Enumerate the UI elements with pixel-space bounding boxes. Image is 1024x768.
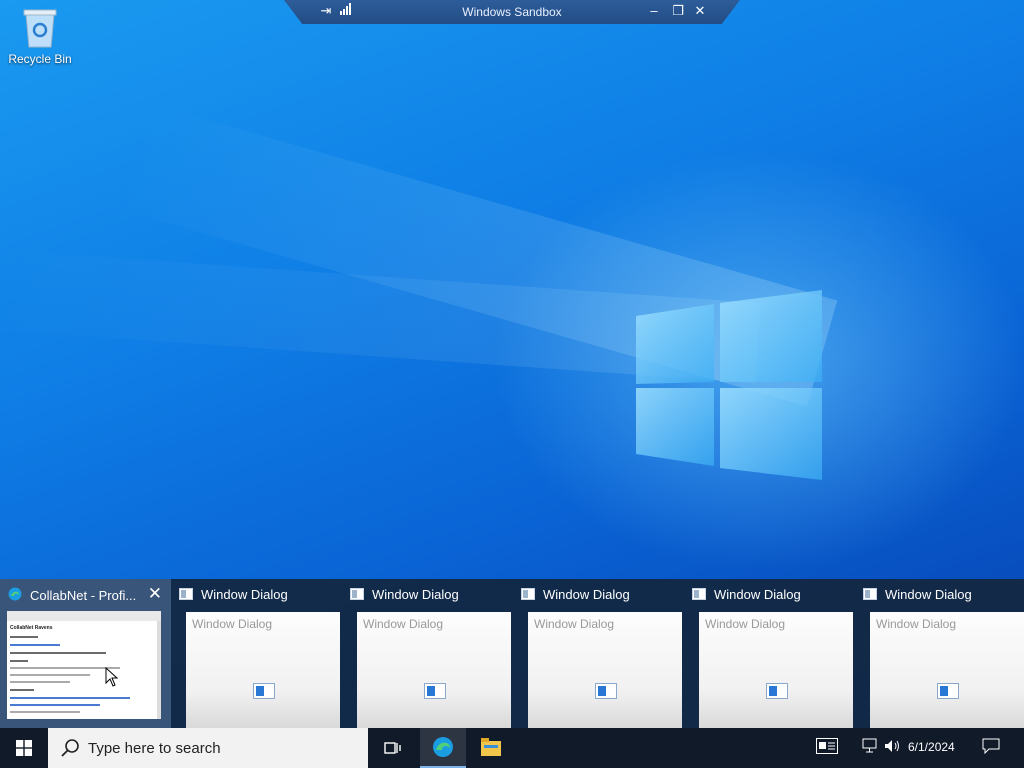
thumbnail-window-dialog[interactable]: Window Dialog Window Dialog <box>342 579 513 744</box>
notifications-icon[interactable] <box>982 738 1000 757</box>
folder-icon <box>481 738 501 756</box>
start-button[interactable] <box>0 728 48 768</box>
dialog-icon <box>253 683 275 699</box>
windows-logo <box>636 290 822 480</box>
thumbnail-title: CollabNet - Profi... <box>30 588 137 603</box>
taskbar: Type here to search 6/1/2024 <box>0 728 1024 768</box>
dialog-icon <box>766 683 788 699</box>
dialog-icon <box>424 683 446 699</box>
preview-title: Window Dialog <box>705 617 786 631</box>
mouse-cursor-icon <box>105 667 119 687</box>
thumbnail-title: Window Dialog <box>201 587 288 602</box>
task-view-icon <box>384 742 401 754</box>
dialog-icon <box>595 683 617 699</box>
sandbox-connection-bar[interactable]: ⇥ Windows Sandbox – ❐ ✕ <box>284 0 740 24</box>
edge-icon <box>433 737 453 757</box>
search-box[interactable]: Type here to search <box>48 728 368 768</box>
thumbnail-window-dialog[interactable]: Window Dialog Window Dialog <box>684 579 855 744</box>
edge-taskbar-button[interactable] <box>420 728 466 768</box>
search-icon <box>61 739 79 757</box>
edge-icon <box>8 587 22 601</box>
windows-start-icon <box>16 740 32 756</box>
dialog-icon <box>937 683 959 699</box>
dialog-icon <box>863 588 877 600</box>
preview-title: Window Dialog <box>192 617 273 631</box>
file-explorer-button[interactable] <box>468 728 514 768</box>
preview-title: Window Dialog <box>363 617 444 631</box>
dialog-preview: Window Dialog <box>699 612 853 744</box>
preview-title: Window Dialog <box>876 617 957 631</box>
thumbnail-window-dialog[interactable]: Window Dialog Window Dialog <box>513 579 684 744</box>
taskbar-thumbnail-strip: CollabNet - Profi... ✕ CollabNet Ravens … <box>0 579 1024 744</box>
dialog-icon <box>692 588 706 600</box>
thumbnail-collabnet[interactable]: CollabNet - Profi... ✕ CollabNet Ravens <box>0 579 171 728</box>
thumbnail-window-dialog[interactable]: Window Dialog Window Dialog <box>171 579 342 744</box>
search-placeholder: Type here to search <box>88 740 221 757</box>
minimize-icon[interactable]: – <box>646 3 662 19</box>
browser-preview: CollabNet Ravens <box>7 611 161 719</box>
dialog-icon <box>350 588 364 600</box>
dialog-preview: Window Dialog <box>528 612 682 744</box>
thumbnail-title: Window Dialog <box>885 587 972 602</box>
dialog-icon <box>521 588 535 600</box>
clock-date[interactable]: 6/1/2024 <box>908 740 955 754</box>
close-icon[interactable]: ✕ <box>692 3 708 19</box>
preview-heading: CollabNet Ravens <box>10 625 53 631</box>
close-icon[interactable]: ✕ <box>148 585 162 603</box>
recycle-bin-icon <box>23 8 57 48</box>
thumbnail-title: Window Dialog <box>543 587 630 602</box>
news-icon[interactable] <box>816 738 838 757</box>
volume-icon[interactable] <box>884 738 902 757</box>
dialog-preview: Window Dialog <box>357 612 511 744</box>
thumbnail-title: Window Dialog <box>714 587 801 602</box>
preview-title: Window Dialog <box>534 617 615 631</box>
thumbnail-title: Window Dialog <box>372 587 459 602</box>
task-view-button[interactable] <box>370 728 416 768</box>
dialog-preview: Window Dialog <box>870 612 1024 744</box>
dialog-preview: Window Dialog <box>186 612 340 744</box>
thumbnail-window-dialog[interactable]: Window Dialog Window Dialog <box>855 579 1024 744</box>
recycle-bin[interactable]: Recycle Bin <box>6 6 74 66</box>
recycle-bin-label: Recycle Bin <box>8 52 72 66</box>
dialog-icon <box>179 588 193 600</box>
restore-icon[interactable]: ❐ <box>670 3 686 19</box>
network-icon[interactable] <box>862 738 878 757</box>
